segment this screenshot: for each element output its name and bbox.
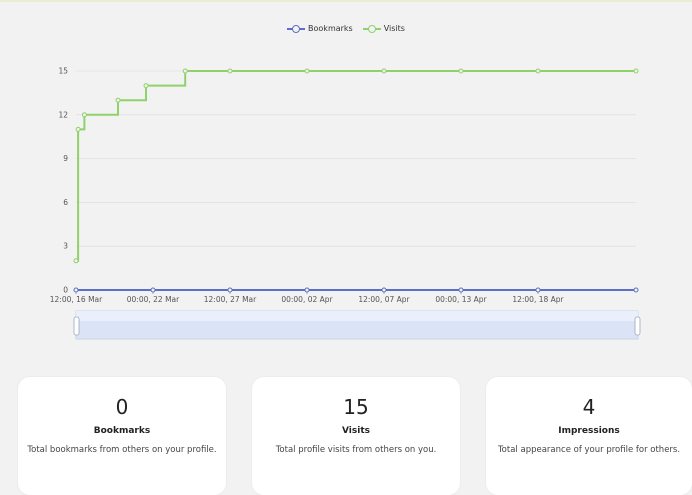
data-point-bookmarks-2[interactable] [227, 287, 233, 293]
x-tick-label-6: 12:00, 18 Apr [512, 295, 564, 304]
y-tick-label-9: 9 [63, 154, 68, 163]
data-point-visits-9[interactable] [458, 68, 464, 74]
stat-card-impressions: 4 Impressions Total appearance of your p… [486, 377, 692, 495]
series-line-visits [76, 70, 636, 262]
data-point-visits-1[interactable] [75, 126, 81, 132]
chart-series [73, 68, 639, 293]
data-point-visits-7[interactable] [304, 68, 310, 74]
y-tick-label-12: 12 [58, 110, 68, 119]
stat-description-bookmarks: Total bookmarks from others on your prof… [27, 445, 217, 455]
x-tick-label-4: 12:00, 07 Apr [358, 295, 410, 304]
data-point-bookmarks-7[interactable] [633, 287, 639, 293]
x-tick-label-0: 12:00, 16 Mar [50, 295, 103, 304]
data-point-bookmarks-5[interactable] [458, 287, 464, 293]
data-point-bookmarks-1[interactable] [150, 287, 156, 293]
y-tick-label-0: 0 [63, 286, 68, 295]
x-tick-label-1: 00:00, 22 Mar [127, 295, 180, 304]
x-tick-label-3: 00:00, 02 Apr [281, 295, 333, 304]
data-point-bookmarks-0[interactable] [73, 287, 79, 293]
stat-label-visits: Visits [342, 426, 370, 436]
data-point-visits-2[interactable] [81, 112, 87, 118]
data-point-visits-11[interactable] [633, 68, 639, 74]
stat-card-bookmarks: 0 Bookmarks Total bookmarks from others … [18, 377, 226, 495]
stat-value-impressions: 4 [582, 395, 596, 419]
zoom-slider[interactable] [73, 310, 641, 340]
zoom-slider-overview [76, 311, 638, 321]
chart-gridlines [76, 70, 636, 291]
stat-description-visits: Total profile visits from others on you. [275, 445, 437, 455]
data-point-bookmarks-3[interactable] [304, 287, 310, 293]
zoom-slider-right-handle[interactable] [634, 316, 641, 336]
zoom-slider-left-handle[interactable] [73, 316, 80, 336]
data-point-visits-10[interactable] [535, 68, 541, 74]
data-point-visits-6[interactable] [227, 68, 233, 74]
data-point-visits-4[interactable] [143, 83, 149, 89]
data-point-visits-5[interactable] [182, 68, 188, 74]
stat-label-impressions: Impressions [558, 426, 620, 436]
visits-chart: 0 3 6 9 12 15 12:00, 16 Mar 00:00, 22 Mar 12:00… [50, 67, 641, 340]
y-axis-ticks: 0 3 6 9 12 15 [58, 67, 68, 295]
x-tick-label-2: 12:00, 27 Mar [204, 295, 257, 304]
stat-card-visits: 15 Visits Total profile visits from othe… [252, 377, 460, 495]
x-tick-label-5: 00:00, 13 Apr [435, 295, 487, 304]
data-point-visits-0[interactable] [73, 258, 79, 264]
y-tick-label-15: 15 [58, 67, 68, 76]
stat-value-bookmarks: 0 [115, 395, 129, 419]
stat-label-bookmarks: Bookmarks [93, 426, 151, 436]
stat-value-visits: 15 [343, 395, 369, 419]
stat-description-impressions: Total appearance of your profile for oth… [497, 445, 681, 455]
y-tick-label-6: 6 [63, 198, 68, 207]
y-tick-label-3: 3 [63, 242, 68, 251]
data-point-visits-8[interactable] [381, 68, 387, 74]
data-point-bookmarks-6[interactable] [535, 287, 541, 293]
data-point-visits-3[interactable] [115, 97, 121, 103]
data-point-bookmarks-4[interactable] [381, 287, 387, 293]
